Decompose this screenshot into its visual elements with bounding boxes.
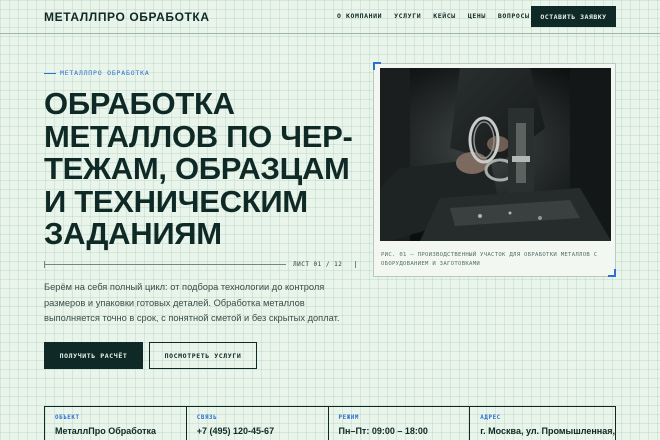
title-line: И ТЕХНИЧЕСКИМ — [44, 183, 308, 219]
hero-description: Берём на себя полный цикл: от подбора те… — [44, 282, 340, 323]
site-header: МЕТАЛЛПРО ОБРАБОТКА О КОМПАНИИ УСЛУГИ КЕ… — [0, 0, 660, 34]
nav-item-services[interactable]: УСЛУГИ — [394, 12, 421, 20]
nav-item-prices[interactable]: ЦЕНЫ — [468, 12, 486, 20]
info-cell-object: ОБЪЕКТ МеталлПро Обработка — [45, 407, 187, 440]
sheet-counter: ЛИСТ 01 / 12 — [293, 261, 343, 268]
nav-item-faq[interactable]: ВОПРОСЫ — [498, 12, 530, 20]
phone-link[interactable]: +7 (495) 120-45-67 — [197, 426, 328, 436]
info-cell-hours: РЕЖИМ Пн–Пт: 09:00 – 18:00 — [329, 407, 471, 440]
info-label: РЕЖИМ — [338, 415, 359, 421]
divider-tick — [355, 261, 356, 268]
title-line: ЗАДАНИЯМ — [44, 216, 222, 251]
eyebrow-line — [44, 72, 56, 74]
frame-corner — [608, 269, 616, 277]
divider — [44, 264, 286, 265]
info-bar: ОБЪЕКТ МеталлПро Обработка СВЯЗЬ +7 (495… — [44, 406, 616, 440]
page-title: ОБРАБОТКА МЕТАЛЛОВ ПО ЧЕР- ТЕЖАМ, ОБРАЗЦ… — [44, 86, 364, 251]
view-services-button[interactable]: ПОСМОТРЕТЬ УСЛУГИ — [149, 342, 257, 369]
eyebrow-text: МЕТАЛЛПРО ОБРАБОТКА — [60, 69, 150, 77]
nav-item-cases[interactable]: КЕЙСЫ — [433, 12, 456, 20]
info-value: Пн–Пт: 09:00 – 18:00 — [338, 426, 428, 436]
info-label: ОБЪЕКТ — [55, 415, 80, 421]
figure-caption: РИС. 01 — ПРОИЗВОДСТВЕННЫЙ УЧАСТОК ДЛЯ О… — [381, 252, 598, 267]
info-cell-contact: СВЯЗЬ +7 (495) 120-45-67 — [187, 407, 329, 440]
info-value: МеталлПро Обработка — [55, 426, 157, 436]
info-value: г. Москва, ул. Промышленная, — [480, 426, 615, 436]
nav-item-about[interactable]: О КОМПАНИИ — [337, 12, 382, 20]
title-line: ОБРАБОТКА — [44, 86, 235, 121]
logo[interactable]: МЕТАЛЛПРО ОБРАБОТКА — [44, 10, 210, 24]
workshop-photo — [380, 68, 611, 241]
info-label: СВЯЗЬ — [196, 415, 218, 421]
title-line: ТЕЖАМ, ОБРАЗЦАМ — [44, 151, 350, 186]
info-cell-address: АДРЕС г. Москва, ул. Промышленная, — [470, 407, 615, 440]
workshop-photo-illustration — [380, 68, 611, 241]
get-quote-button[interactable]: ПОЛУЧИТЬ РАСЧЁТ — [44, 342, 143, 369]
info-label: АДРЕС — [480, 415, 501, 421]
eyebrow: МЕТАЛЛПРО ОБРАБОТКА — [44, 69, 150, 77]
title-line: МЕТАЛЛОВ ПО ЧЕР- — [44, 118, 353, 154]
main-nav: О КОМПАНИИ УСЛУГИ КЕЙСЫ ЦЕНЫ ВОПРОСЫ — [337, 12, 529, 20]
submit-request-button[interactable]: ОСТАВИТЬ ЗАЯВКУ — [531, 6, 616, 27]
